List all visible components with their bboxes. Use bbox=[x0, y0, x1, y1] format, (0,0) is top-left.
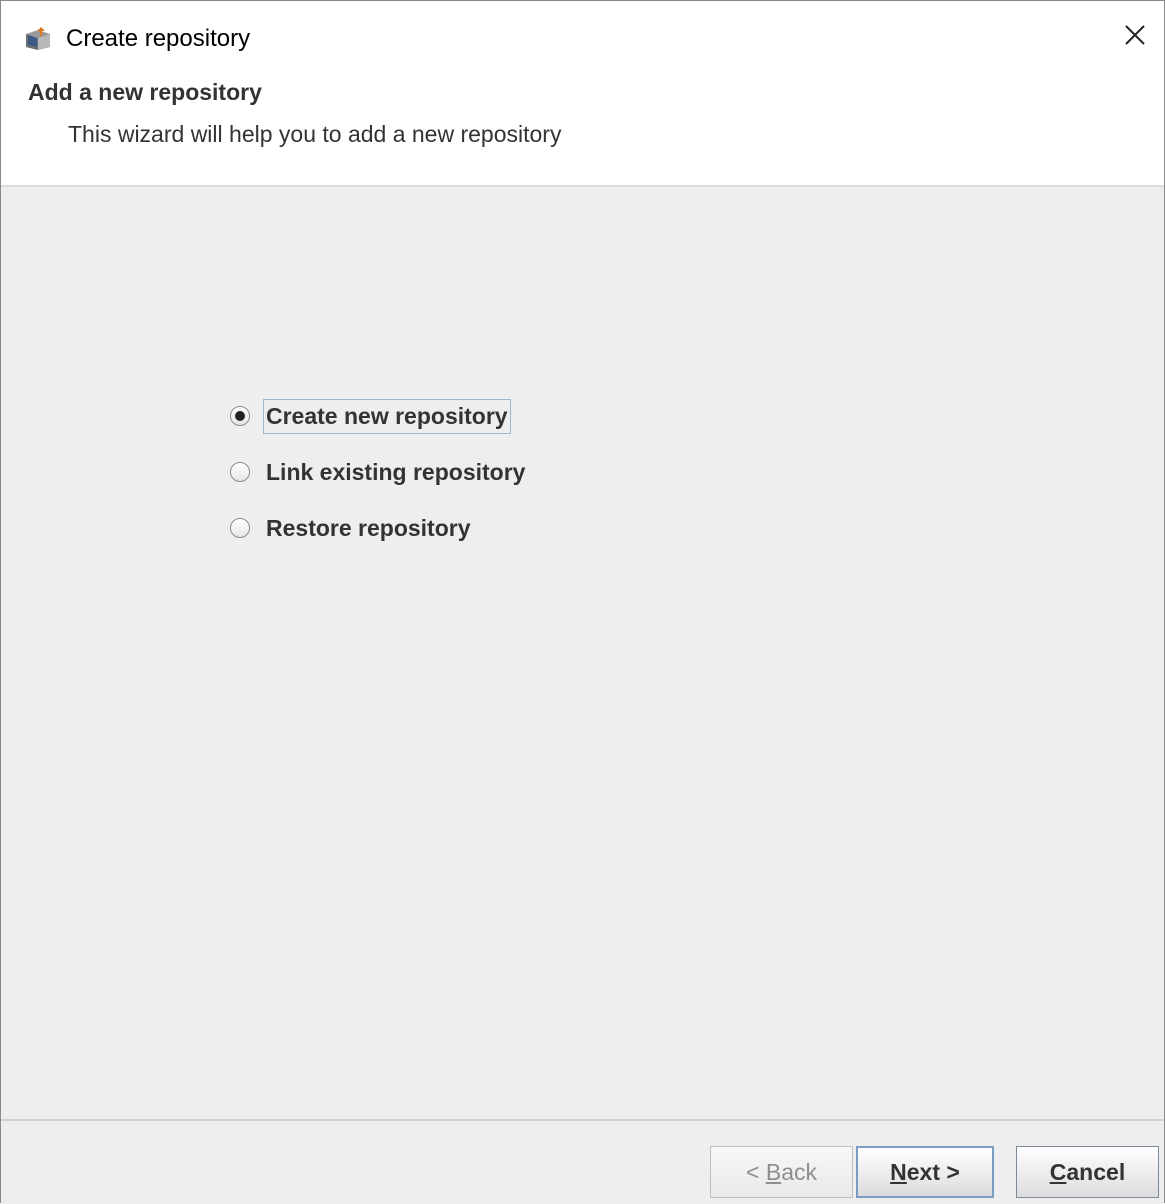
radio-selected-dot bbox=[235, 411, 245, 421]
repository-app-icon bbox=[23, 25, 53, 51]
cancel-button-mnemonic: C bbox=[1049, 1158, 1067, 1185]
cancel-button[interactable]: Cancel bbox=[1016, 1146, 1159, 1198]
option-link-existing-repository[interactable]: Link existing repository bbox=[230, 452, 528, 492]
title-bar: Create repository bbox=[1, 1, 1164, 75]
option-create-new-repository[interactable]: Create new repository bbox=[230, 396, 511, 436]
radio-button[interactable] bbox=[230, 462, 250, 482]
radio-button-selected[interactable] bbox=[230, 406, 250, 426]
back-button-label: ack bbox=[781, 1158, 817, 1185]
create-repository-dialog: Create repository Add a new repository T… bbox=[0, 0, 1165, 1204]
wizard-subtitle: This wizard will help you to add a new r… bbox=[68, 121, 562, 147]
button-bar: < Back Next > Cancel bbox=[1, 1121, 1164, 1204]
radio-button[interactable] bbox=[230, 518, 250, 538]
back-button-prefix: < bbox=[746, 1158, 766, 1185]
next-button[interactable]: Next > bbox=[856, 1146, 994, 1198]
window-title: Create repository bbox=[66, 25, 251, 52]
wizard-header: Add a new repository This wizard will he… bbox=[1, 75, 1164, 185]
next-button-label: ext > bbox=[906, 1158, 960, 1185]
back-button[interactable]: < Back bbox=[710, 1146, 853, 1198]
back-button-mnemonic: B bbox=[765, 1158, 782, 1185]
option-label-create-new: Create new repository bbox=[263, 398, 511, 434]
wizard-content: Create new repository Link existing repo… bbox=[1, 187, 1164, 1119]
option-restore-repository[interactable]: Restore repository bbox=[230, 508, 474, 548]
option-label-restore: Restore repository bbox=[266, 514, 471, 541]
cancel-button-label: ancel bbox=[1066, 1158, 1126, 1185]
option-label-link-existing: Link existing repository bbox=[266, 458, 526, 485]
close-icon bbox=[1123, 23, 1147, 52]
next-button-mnemonic: N bbox=[890, 1158, 907, 1185]
close-button[interactable] bbox=[1114, 15, 1156, 59]
wizard-title: Add a new repository bbox=[28, 79, 262, 105]
